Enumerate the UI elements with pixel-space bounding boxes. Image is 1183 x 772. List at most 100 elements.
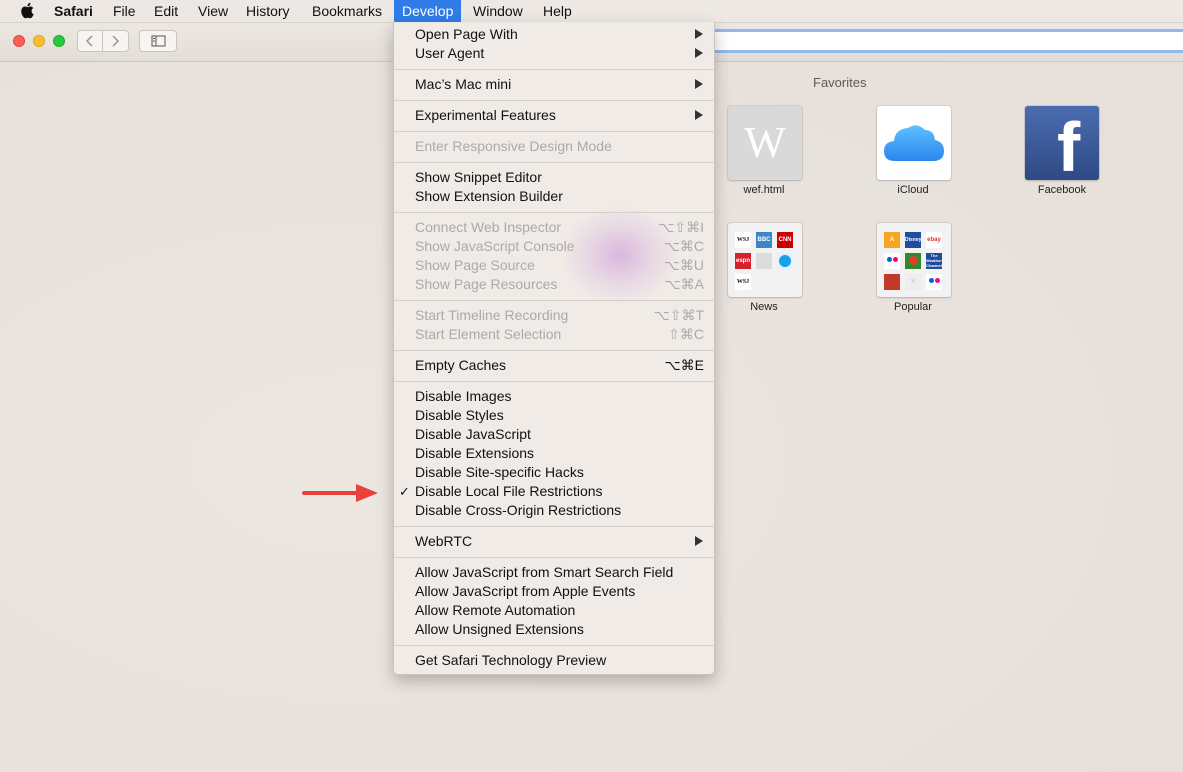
apple-icon[interactable] <box>20 2 34 19</box>
menu-bookmarks[interactable]: Bookmarks <box>312 0 382 22</box>
menu-window[interactable]: Window <box>473 0 523 22</box>
menu-item-allow-js-smart-search[interactable]: Allow JavaScript from Smart Search Field <box>415 563 673 582</box>
favorite-tile-popular[interactable]: A Disney ebay The Weather Channel ✕ <box>877 223 951 297</box>
shortcut-show-javascript-console: ⌥⌘C <box>663 238 704 254</box>
shortcut-show-page-resources: ⌥⌘A <box>664 276 704 292</box>
menu-bar: Safari File Edit View History Bookmarks … <box>0 0 1183 23</box>
favorite-tile-facebook[interactable]: f <box>1025 106 1099 180</box>
popular-weather-icon: The Weather Channel <box>926 253 942 269</box>
menu-separator <box>394 381 714 382</box>
popular-tomato-icon <box>905 253 921 269</box>
favorite-label-icloud: iCloud <box>897 184 929 196</box>
checkmark-icon: ✓ <box>399 484 410 499</box>
news-wsj-icon: WSJ <box>735 232 751 248</box>
menu-view[interactable]: View <box>198 0 228 22</box>
menu-separator <box>394 212 714 213</box>
menu-separator <box>394 526 714 527</box>
red-arrow-annotation <box>302 484 378 502</box>
menu-item-disable-extensions[interactable]: Disable Extensions <box>415 444 534 463</box>
menu-item-user-agent[interactable]: User Agent <box>415 44 484 63</box>
news-espn-icon: espn <box>735 253 751 269</box>
shortcut-start-timeline-recording: ⌥⇧⌘T <box>653 307 704 323</box>
menu-separator <box>394 350 714 351</box>
menu-separator <box>394 69 714 70</box>
menu-item-show-javascript-console: Show JavaScript Console <box>415 238 575 254</box>
popular-amazon-icon: A <box>884 232 900 248</box>
menu-item-start-timeline-recording: Start Timeline Recording <box>415 307 569 323</box>
menu-item-connect-web-inspector: Connect Web Inspector <box>415 219 562 235</box>
popular-red-icon <box>884 274 900 290</box>
submenu-arrow-icon <box>695 29 703 39</box>
menu-item-responsive-design-mode: Enter Responsive Design Mode <box>415 138 612 154</box>
menu-item-empty-caches[interactable]: Empty Caches <box>415 356 506 375</box>
menu-item-disable-javascript[interactable]: Disable JavaScript <box>415 425 531 444</box>
favorite-tile-wef[interactable]: W <box>728 106 802 180</box>
popular-flickr-icon <box>884 253 900 269</box>
menu-item-show-extension-builder[interactable]: Show Extension Builder <box>415 187 563 206</box>
menu-separator <box>394 645 714 646</box>
menu-item-disable-styles[interactable]: Disable Styles <box>415 406 504 425</box>
favorites-title: Favorites <box>813 75 867 90</box>
menu-item-start-element-selection: Start Element Selection <box>415 326 562 342</box>
popular-x-icon: ✕ <box>905 274 921 290</box>
favorite-tile-icloud[interactable] <box>877 106 951 180</box>
favorite-label-popular: Popular <box>894 301 932 313</box>
submenu-arrow-icon <box>695 110 703 120</box>
news-generic-icon <box>756 253 772 269</box>
forward-icon <box>112 35 120 47</box>
sidebar-icon <box>151 35 166 47</box>
menu-item-webrtc[interactable]: WebRTC <box>415 532 472 551</box>
menu-item-show-page-source: Show Page Source <box>415 257 535 273</box>
menu-help[interactable]: Help <box>543 0 572 22</box>
favorite-label-wef: wef.html <box>743 184 785 196</box>
menu-item-allow-js-apple-events[interactable]: Allow JavaScript from Apple Events <box>415 582 635 601</box>
menu-item-disable-local-file-restrictions[interactable]: Disable Local File Restrictions <box>415 482 603 501</box>
popular-flickr2-icon <box>926 274 942 290</box>
menu-item-experimental-features[interactable]: Experimental Features <box>415 106 556 125</box>
news-round-icon <box>777 253 793 269</box>
close-window-button[interactable] <box>13 35 25 47</box>
news-cnn-icon: CNN <box>777 232 793 248</box>
menu-history[interactable]: History <box>246 0 290 22</box>
menu-edit[interactable]: Edit <box>154 0 178 22</box>
submenu-arrow-icon <box>695 48 703 58</box>
news-bbc-icon: BBC <box>756 232 772 248</box>
sidebar-button[interactable] <box>139 30 177 52</box>
menu-file[interactable]: File <box>113 0 136 22</box>
favorite-label-news: News <box>750 301 778 313</box>
menu-item-disable-site-specific-hacks[interactable]: Disable Site-specific Hacks <box>415 463 584 482</box>
favorite-label-facebook: Facebook <box>1037 184 1087 196</box>
popular-ebay-icon: ebay <box>926 232 942 248</box>
icloud-icon <box>884 125 944 161</box>
menu-separator <box>394 100 714 101</box>
menu-item-allow-unsigned-extensions[interactable]: Allow Unsigned Extensions <box>415 620 584 639</box>
favorite-tile-news[interactable]: WSJ BBC CNN espn WSJ <box>728 223 802 297</box>
shortcut-empty-caches: ⌥⌘E <box>664 357 704 373</box>
menu-item-show-snippet-editor[interactable]: Show Snippet Editor <box>415 168 542 187</box>
back-button[interactable] <box>77 30 103 52</box>
menu-safari[interactable]: Safari <box>54 0 93 22</box>
shortcut-start-element-selection: ⇧⌘C <box>668 326 704 342</box>
menu-separator <box>394 131 714 132</box>
submenu-arrow-icon <box>695 79 703 89</box>
menu-item-disable-images[interactable]: Disable Images <box>415 387 512 406</box>
menu-separator <box>394 300 714 301</box>
smart-search-field[interactable] <box>700 29 1183 53</box>
wef-letter-icon: W <box>744 118 786 167</box>
menu-item-open-page-with[interactable]: Open Page With <box>415 25 518 44</box>
zoom-window-button[interactable] <box>53 35 65 47</box>
menu-item-show-page-resources: Show Page Resources <box>415 276 558 292</box>
news-wsj2-icon: WSJ <box>735 274 751 290</box>
minimize-window-button[interactable] <box>33 35 45 47</box>
forward-button[interactable] <box>103 30 129 52</box>
develop-menu: Open Page With User Agent Mac’s Mac mini… <box>393 22 715 675</box>
menu-item-disable-cross-origin-restrictions[interactable]: Disable Cross-Origin Restrictions <box>415 501 621 520</box>
menu-item-get-safari-technology-preview[interactable]: Get Safari Technology Preview <box>415 651 606 670</box>
menu-item-allow-remote-automation[interactable]: Allow Remote Automation <box>415 601 575 620</box>
shortcut-show-page-source: ⌥⌘U <box>663 257 704 273</box>
facebook-icon: f <box>1057 108 1081 180</box>
menu-separator <box>394 162 714 163</box>
menu-item-macs-mac-mini[interactable]: Mac’s Mac mini <box>415 75 511 94</box>
back-icon <box>85 35 93 47</box>
menu-develop[interactable]: Develop <box>394 0 462 22</box>
